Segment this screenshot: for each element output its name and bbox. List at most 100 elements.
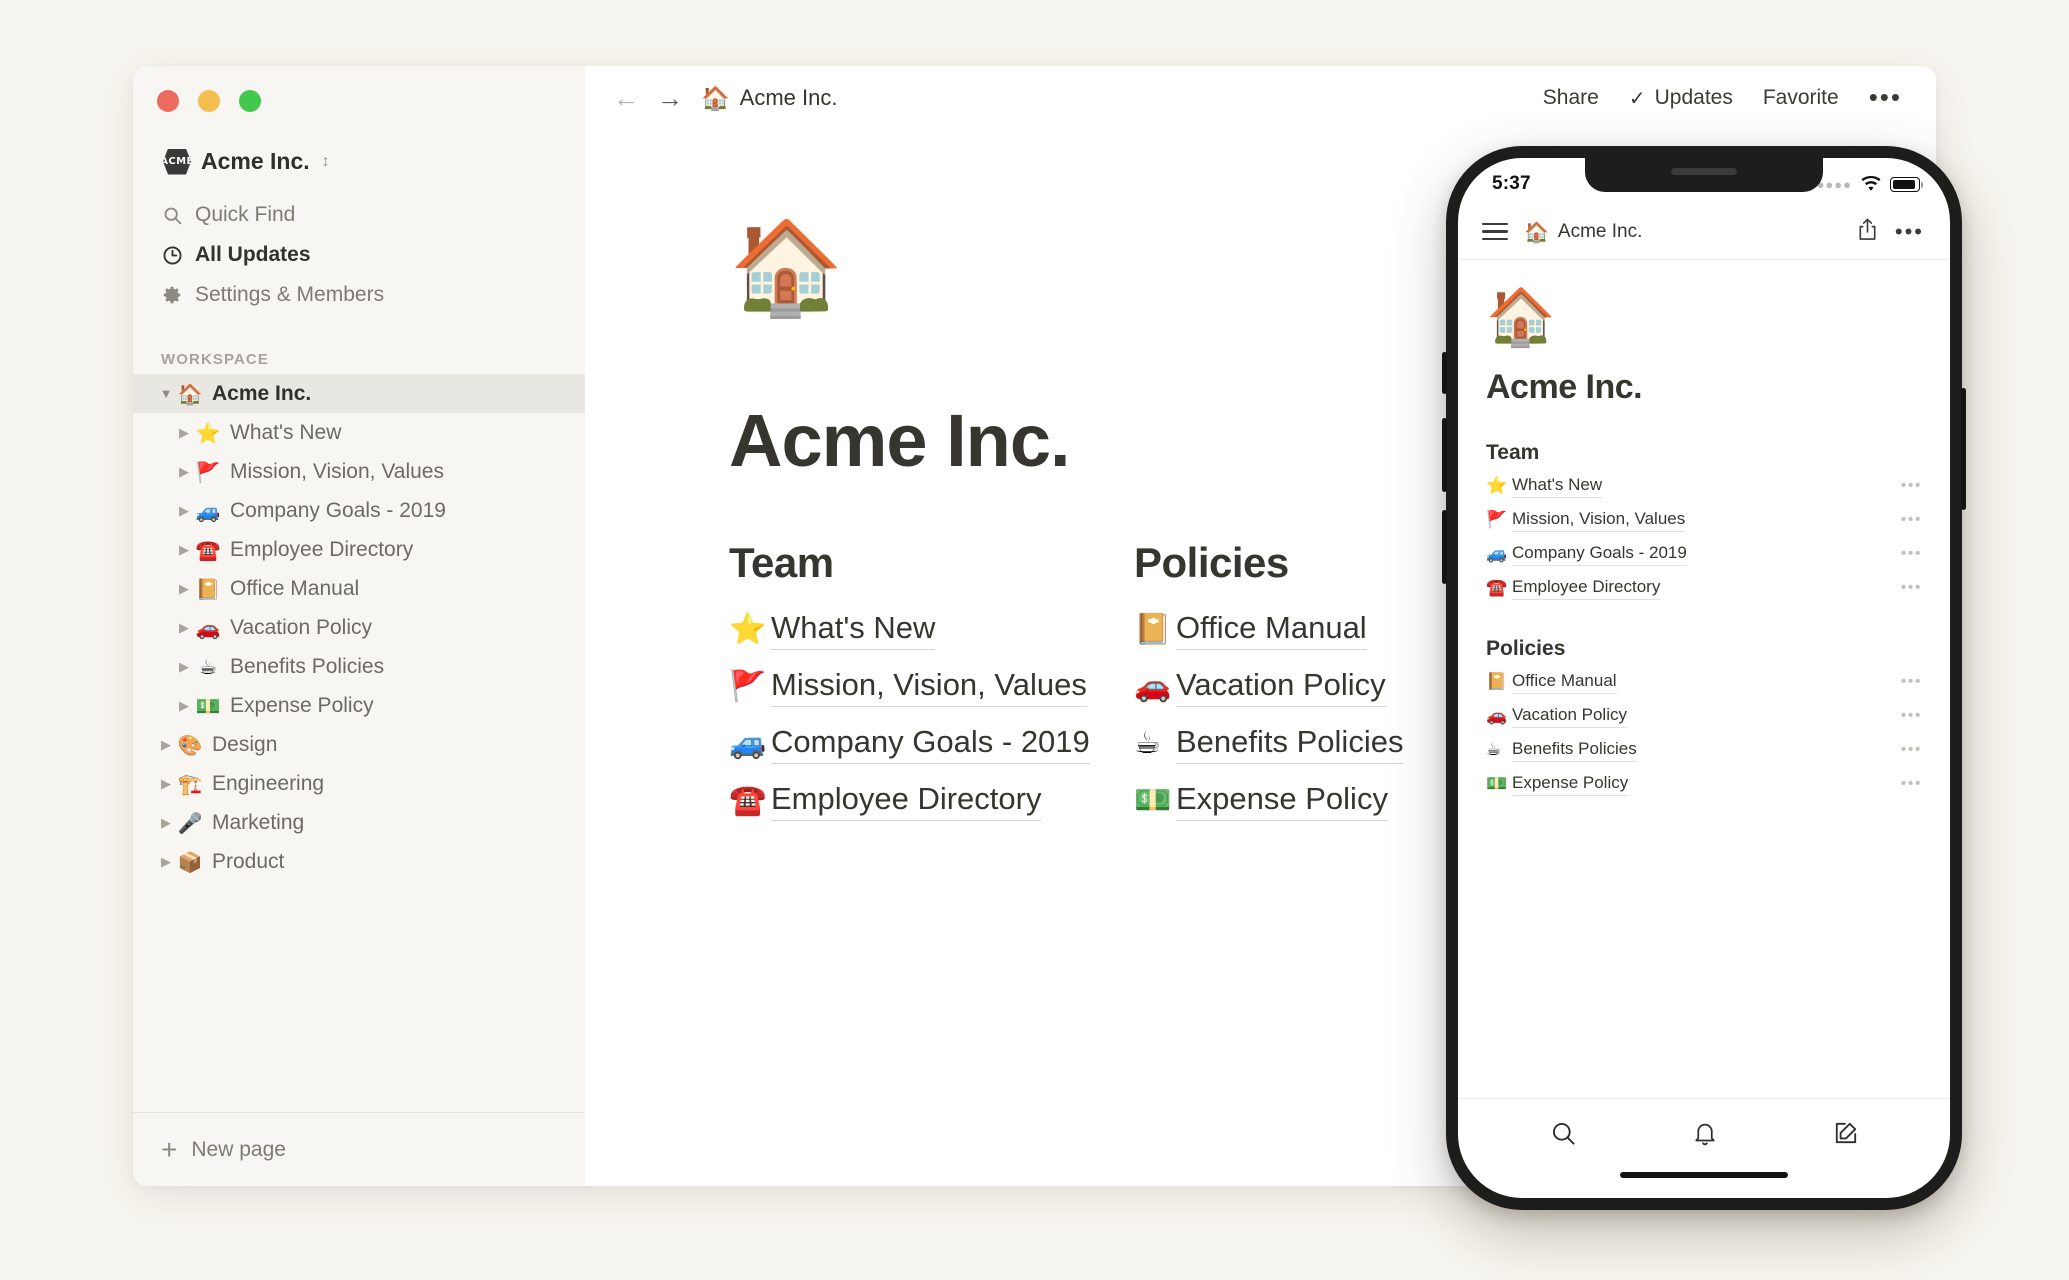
- minimize-button[interactable]: [198, 90, 220, 112]
- tree-item-engineering[interactable]: ▶ 🏗️ Engineering: [133, 764, 585, 803]
- search-icon[interactable]: [1550, 1120, 1577, 1152]
- bell-icon[interactable]: [1692, 1120, 1718, 1152]
- phone-page-content: 🏠 Acme Inc. Team ⭐ What's New ••• 🚩 Mission, …: [1458, 260, 1950, 1098]
- clock-icon: [161, 244, 183, 266]
- tree-item-emoji: 💵: [195, 693, 221, 718]
- updates-button[interactable]: ✓ Updates: [1629, 86, 1733, 111]
- screenshot-stage: ACME Acme Inc. ↕ Quick Find All Updates: [0, 0, 2069, 1280]
- chevron-right-icon[interactable]: ▶: [173, 582, 195, 595]
- phone-sections: Team ⭐ What's New ••• 🚩 Mission, Vision, Valu…: [1486, 441, 1922, 799]
- phone-list-item-vacation-policy[interactable]: 🚗 Vacation Policy •••: [1486, 701, 1922, 731]
- workspace-switcher[interactable]: ACME Acme Inc. ↕: [157, 144, 585, 179]
- ellipsis-icon[interactable]: •••: [1901, 776, 1922, 792]
- compose-icon[interactable]: [1833, 1120, 1859, 1151]
- phone-list-item-company-goals-2019[interactable]: 🚙 Company Goals - 2019 •••: [1486, 539, 1922, 569]
- tree-item-label: Product: [212, 849, 285, 873]
- page-link-employee-directory[interactable]: ☎️ Employee Directory: [729, 772, 1134, 829]
- share-icon[interactable]: [1856, 217, 1879, 247]
- tree-item-employee-directory[interactable]: ▶ ☎️ Employee Directory: [133, 530, 585, 569]
- tree-item-design[interactable]: ▶ 🎨 Design: [133, 725, 585, 764]
- page-link-company-goals-2019[interactable]: 🚙 Company Goals - 2019: [729, 715, 1134, 772]
- ellipsis-icon[interactable]: •••: [1901, 708, 1922, 724]
- phone-page-title[interactable]: Acme Inc.: [1486, 368, 1922, 407]
- favorite-button[interactable]: Favorite: [1763, 86, 1839, 110]
- phone-volume-up-button[interactable]: [1442, 418, 1447, 492]
- tree-item-label: Company Goals - 2019: [230, 498, 446, 522]
- phone-list-item-benefits-policies[interactable]: ☕ Benefits Policies •••: [1486, 735, 1922, 765]
- new-page-button[interactable]: + New page: [133, 1112, 585, 1186]
- phone-mockup: 5:37 ●●●● 🏠 Acme Inc. ••• 🏠 Acme Inc. Te…: [1442, 146, 1966, 1210]
- sidebar-item-all-updates[interactable]: All Updates: [151, 235, 573, 275]
- ellipsis-icon[interactable]: •••: [1901, 742, 1922, 758]
- phone-list-item-expense-policy[interactable]: 💵 Expense Policy •••: [1486, 769, 1922, 799]
- chevron-right-icon[interactable]: ▶: [155, 777, 177, 790]
- chevron-right-icon[interactable]: ▶: [173, 465, 195, 478]
- sidebar-item-settings-members[interactable]: Settings & Members: [151, 275, 573, 315]
- phone-list-item-employee-directory[interactable]: ☎️ Employee Directory •••: [1486, 573, 1922, 603]
- tree-item-what-s-new[interactable]: ▶ ⭐ What's New: [133, 413, 585, 452]
- tree-item-mission-vision-values[interactable]: ▶ 🚩 Mission, Vision, Values: [133, 452, 585, 491]
- ellipsis-icon[interactable]: •••: [1901, 512, 1922, 528]
- chevron-right-icon[interactable]: ▶: [155, 738, 177, 751]
- ellipsis-icon[interactable]: •••: [1901, 478, 1922, 494]
- tree-item-label: Office Manual: [230, 576, 360, 600]
- chevron-up-down-icon: ↕: [321, 152, 330, 170]
- phone-volume-down-button[interactable]: [1442, 510, 1447, 584]
- tree-item-company-goals-2019[interactable]: ▶ 🚙 Company Goals - 2019: [133, 491, 585, 530]
- tree-item-acme-inc[interactable]: ▼ 🏠 Acme Inc.: [133, 374, 585, 413]
- sidebar-item-quick-find[interactable]: Quick Find: [151, 195, 573, 235]
- tree-item-vacation-policy[interactable]: ▶ 🚗 Vacation Policy: [133, 608, 585, 647]
- chevron-right-icon[interactable]: ▶: [173, 543, 195, 556]
- tree-item-emoji: 🏗️: [177, 771, 203, 796]
- share-button[interactable]: Share: [1543, 86, 1599, 110]
- ellipsis-icon[interactable]: •••: [1901, 580, 1922, 596]
- ellipsis-icon[interactable]: •••: [1869, 85, 1902, 110]
- chevron-right-icon[interactable]: ▶: [173, 660, 195, 673]
- phone-power-button[interactable]: [1961, 388, 1966, 510]
- tree-item-label: Acme Inc.: [212, 381, 312, 405]
- maximize-button[interactable]: [239, 90, 261, 112]
- phone-nav-emoji: 🏠: [1524, 219, 1549, 244]
- chevron-right-icon[interactable]: ▶: [173, 426, 195, 439]
- tree-item-emoji: 🚩: [195, 459, 221, 484]
- page-link-mission-vision-values[interactable]: 🚩 Mission, Vision, Values: [729, 658, 1134, 715]
- chevron-down-icon[interactable]: ▼: [155, 387, 177, 400]
- tree-item-emoji: 🚗: [195, 615, 221, 640]
- phone-list-item-label: Benefits Policies: [1512, 739, 1637, 762]
- tree-item-marketing[interactable]: ▶ 🎤 Marketing: [133, 803, 585, 842]
- chevron-right-icon[interactable]: ▶: [173, 504, 195, 517]
- phone-list-item-emoji: 🚙: [1486, 544, 1508, 564]
- phone-list-item-emoji: ⭐: [1486, 476, 1508, 496]
- tree-item-office-manual[interactable]: ▶ 📔 Office Manual: [133, 569, 585, 608]
- ellipsis-icon[interactable]: •••: [1895, 220, 1924, 242]
- close-button[interactable]: [157, 90, 179, 112]
- tree-item-emoji: ☎️: [195, 537, 221, 562]
- page-link-label: Employee Directory: [771, 781, 1042, 821]
- phone-list-item-emoji: 🚗: [1486, 706, 1508, 726]
- tree-item-benefits-policies[interactable]: ▶ ☕ Benefits Policies: [133, 647, 585, 686]
- tree-item-emoji: 📔: [195, 576, 221, 601]
- page-link-what-s-new[interactable]: ⭐ What's New: [729, 601, 1134, 658]
- chevron-right-icon[interactable]: ▶: [155, 816, 177, 829]
- phone-silent-switch[interactable]: [1442, 352, 1447, 394]
- chevron-right-icon[interactable]: ▶: [173, 699, 195, 712]
- arrow-left-icon[interactable]: ←: [613, 85, 639, 111]
- chevron-right-icon[interactable]: ▶: [155, 855, 177, 868]
- workspace-name: Acme Inc.: [201, 148, 310, 174]
- hamburger-menu-icon[interactable]: [1482, 222, 1508, 241]
- tree-item-emoji: ⭐: [195, 420, 221, 445]
- sidebar-nav-list: Quick Find All Updates Settings & Member…: [133, 195, 585, 315]
- arrow-right-icon[interactable]: →: [657, 85, 683, 111]
- breadcrumb[interactable]: Acme Inc.: [740, 85, 838, 111]
- tree-item-product[interactable]: ▶ 📦 Product: [133, 842, 585, 881]
- ellipsis-icon[interactable]: •••: [1901, 546, 1922, 562]
- status-time: 5:37: [1492, 173, 1531, 194]
- phone-list-item-office-manual[interactable]: 📔 Office Manual •••: [1486, 667, 1922, 697]
- phone-page-icon[interactable]: 🏠: [1486, 290, 1922, 346]
- phone-list-item-mission-vision-values[interactable]: 🚩 Mission, Vision, Values •••: [1486, 505, 1922, 535]
- chevron-right-icon[interactable]: ▶: [173, 621, 195, 634]
- phone-list-item-what-s-new[interactable]: ⭐ What's New •••: [1486, 471, 1922, 501]
- tree-item-expense-policy[interactable]: ▶ 💵 Expense Policy: [133, 686, 585, 725]
- page-link-emoji: ☎️: [729, 783, 767, 818]
- ellipsis-icon[interactable]: •••: [1901, 674, 1922, 690]
